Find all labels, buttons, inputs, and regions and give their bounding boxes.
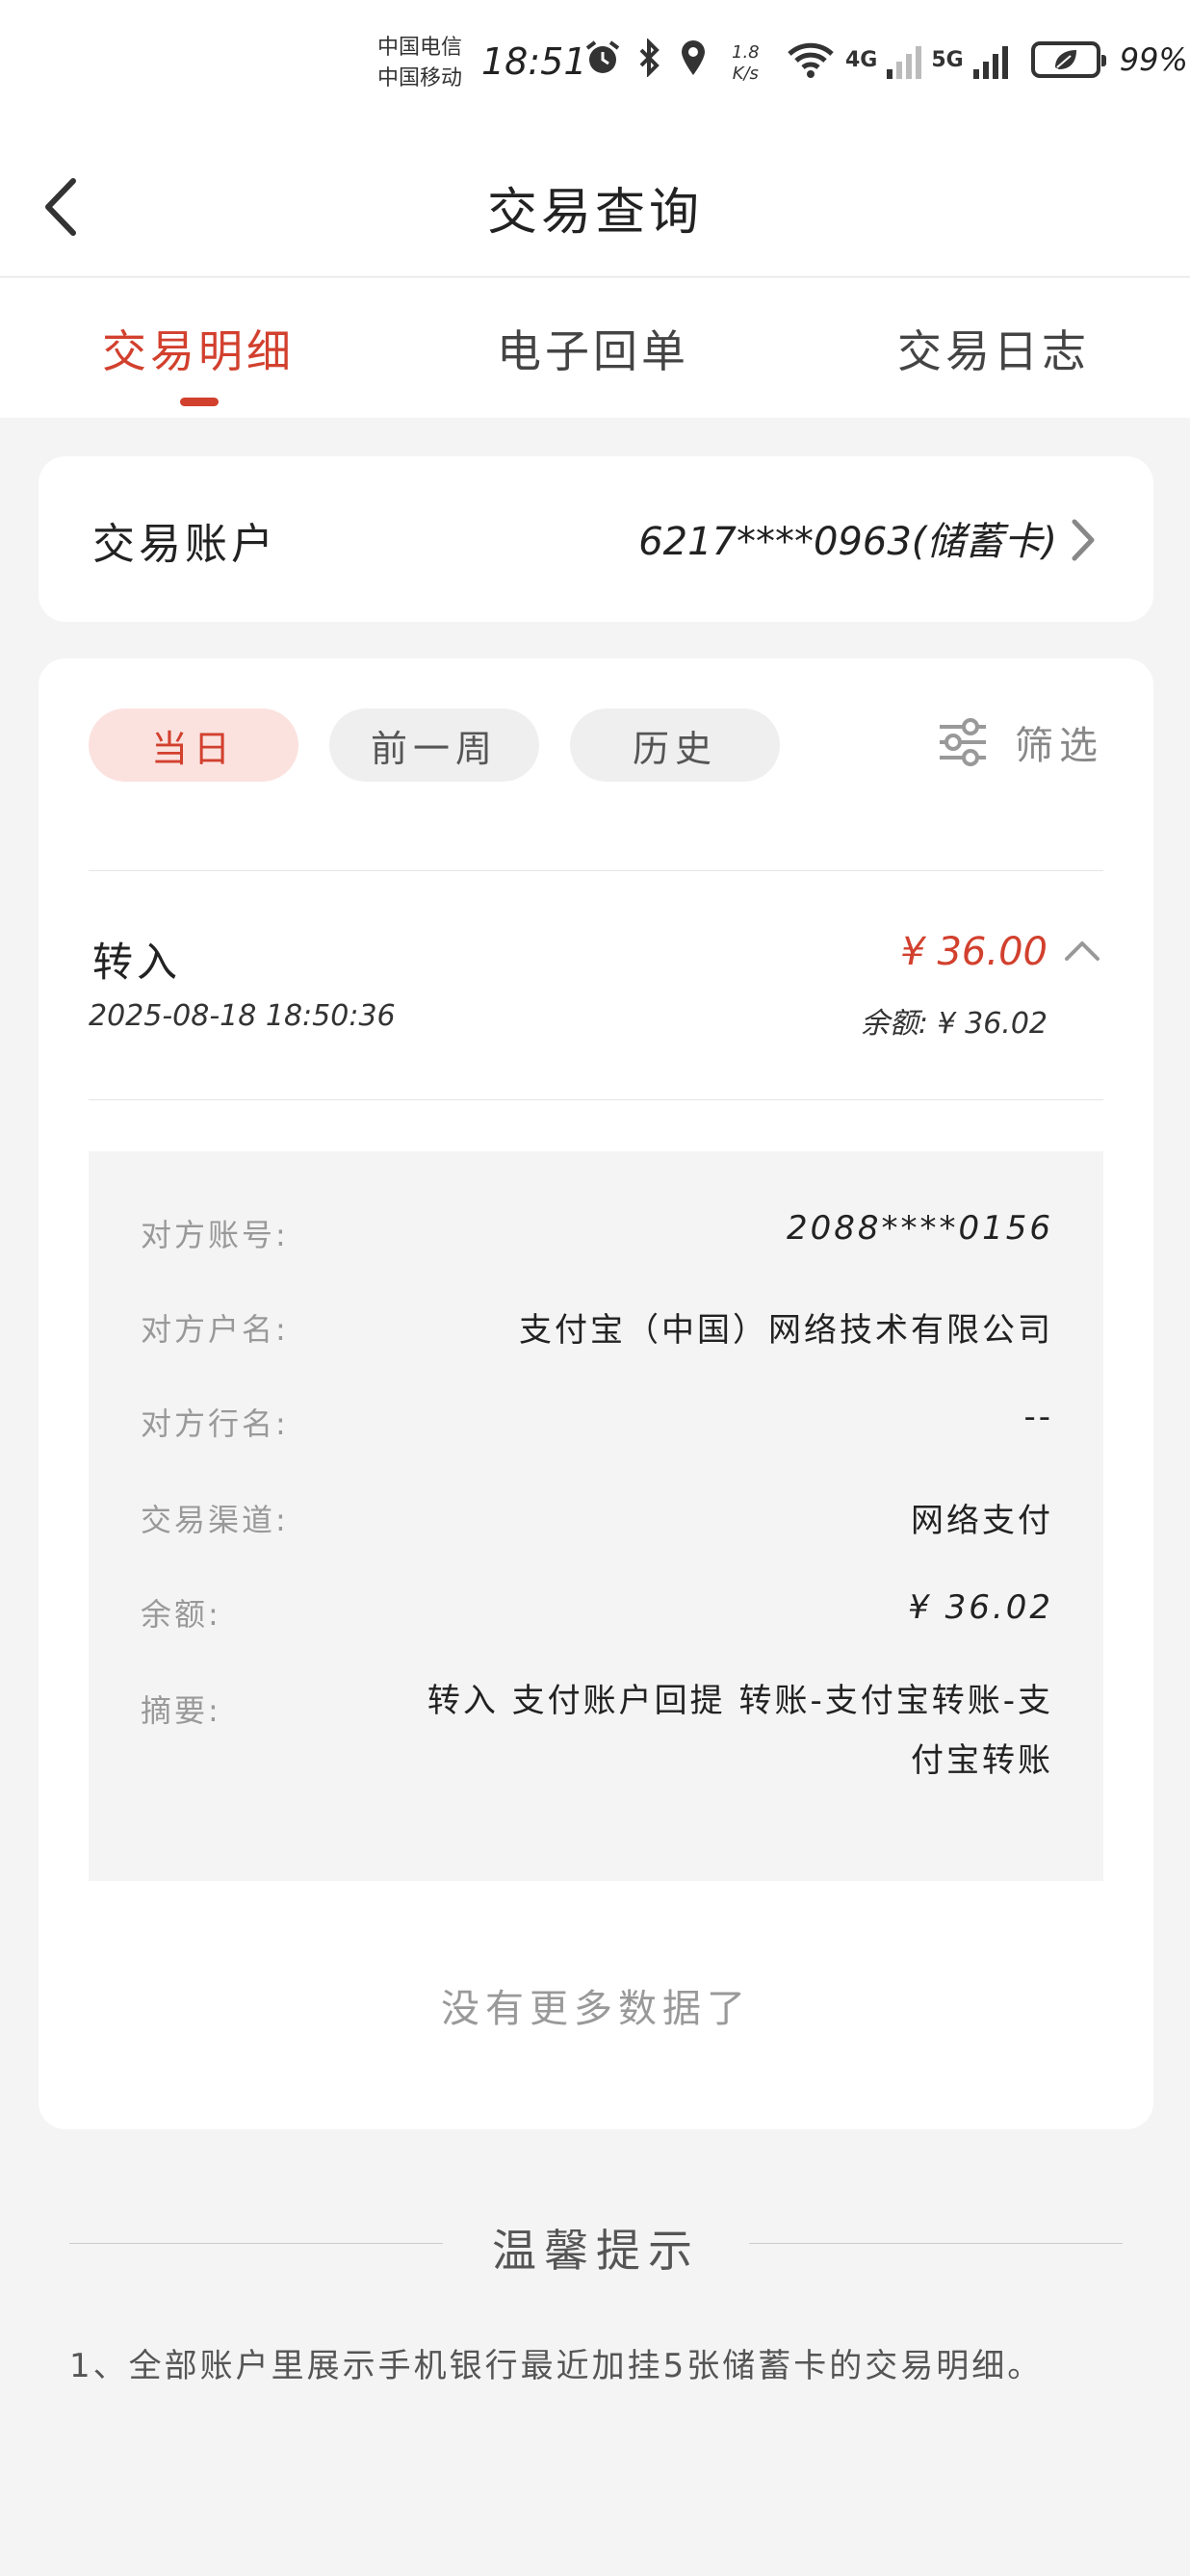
detail-label-counterparty-account: 对方账号:	[141, 1217, 289, 1253]
active-tab-indicator	[180, 398, 219, 406]
detail-label-balance: 余额:	[141, 1596, 221, 1633]
carrier-2: 中国移动	[377, 66, 463, 90]
tips-header: 温馨提示	[69, 2206, 1123, 2283]
filter-label: 筛选	[1015, 724, 1103, 768]
leaf-icon	[1054, 50, 1076, 69]
transaction-datetime: 2025-08-18 18:50:36	[89, 999, 396, 1033]
transaction-balance: 余额: ¥ 36.02	[860, 1007, 1048, 1041]
chip-last-week[interactable]: 前一周	[329, 708, 539, 782]
battery-percent: 99%	[1119, 41, 1188, 78]
chip-today[interactable]: 当日	[89, 708, 298, 782]
signal-4g-icon	[887, 40, 922, 79]
detail-label-counterparty-name: 对方户名:	[141, 1311, 289, 1348]
no-more-data: 没有更多数据了	[441, 1987, 751, 2031]
tips-text: 1、全部账户里展示手机银行最近加挂5张储蓄卡的交易明细。	[69, 2347, 1044, 2385]
detail-label-summary: 摘要:	[141, 1692, 221, 1729]
tab-e-receipt[interactable]: 电子回单	[497, 317, 689, 380]
status-right: 4G 5G 99%	[786, 40, 1188, 79]
net-5g-label: 5G	[931, 47, 964, 72]
detail-value-counterparty-bank: --	[1023, 1398, 1053, 1436]
wifi-icon	[788, 42, 834, 78]
filter-sliders-icon	[940, 718, 986, 766]
page-title: 交易查询	[486, 184, 703, 242]
chip-history[interactable]: 历史	[570, 708, 780, 782]
net-4g-label: 4G	[845, 47, 878, 72]
account-selector[interactable]: 交易账户 6217****0963(储蓄卡)	[39, 456, 1153, 622]
status-bar: 中国电信 中国移动 18:51 1.8 K/s 4G 5G 99%	[0, 0, 1190, 135]
detail-value-counterparty-account: 2088****0156	[786, 1209, 1053, 1248]
tab-bar: 交易明细 电子回单 交易日志	[0, 278, 1190, 418]
divider	[89, 870, 1103, 871]
detail-value-channel: 网络支付	[911, 1502, 1053, 1540]
transaction-type: 转入	[92, 939, 182, 986]
carrier-1: 中国电信	[377, 36, 463, 60]
account-number: 6217****0963(储蓄卡)	[638, 520, 1057, 564]
alarm-icon	[585, 40, 620, 73]
transaction-amount: ¥ 36.00	[900, 930, 1048, 974]
tab-transaction-details[interactable]: 交易明细	[102, 317, 295, 380]
transaction-details: 对方账号: 2088****0156 对方户名: 支付宝（中国）网络技术有限公司…	[89, 1151, 1103, 1881]
tips-title: 温馨提示	[492, 2225, 700, 2277]
tips-divider-right	[749, 2243, 1123, 2244]
status-icons	[583, 39, 709, 77]
tab-transaction-log[interactable]: 交易日志	[897, 317, 1090, 380]
battery-icon	[1030, 41, 1106, 78]
detail-label-channel: 交易渠道:	[141, 1502, 289, 1538]
filter-button[interactable]: 筛选	[936, 714, 1103, 770]
chevron-up-icon[interactable]	[1063, 936, 1101, 965]
detail-value-balance: ¥ 36.02	[908, 1588, 1053, 1627]
status-time: 18:51	[481, 40, 587, 83]
transaction-card: 当日 前一周 历史 筛选 转入 2025-08-18 18:50:36 ¥ 36…	[39, 658, 1153, 2129]
page-header: 交易查询	[0, 135, 1190, 277]
detail-value-summary: 转入 支付账户回提 转账-支付宝转账-支付宝转账	[427, 1682, 1053, 1780]
speed-value: 1.8	[732, 42, 760, 63]
speed-unit: K/s	[732, 64, 759, 84]
network-speed: 1.8 K/s	[732, 42, 760, 85]
carrier-info: 中国电信 中国移动	[377, 33, 462, 94]
detail-label-counterparty-bank: 对方行名:	[141, 1405, 289, 1442]
chevron-right-icon	[1072, 519, 1095, 561]
account-label: 交易账户	[92, 520, 277, 569]
signal-5g-icon	[972, 40, 1008, 79]
detail-value-counterparty-name: 支付宝（中国）网络技术有限公司	[519, 1311, 1053, 1350]
divider	[89, 1099, 1103, 1100]
bluetooth-icon	[639, 39, 660, 77]
location-icon	[682, 40, 705, 75]
